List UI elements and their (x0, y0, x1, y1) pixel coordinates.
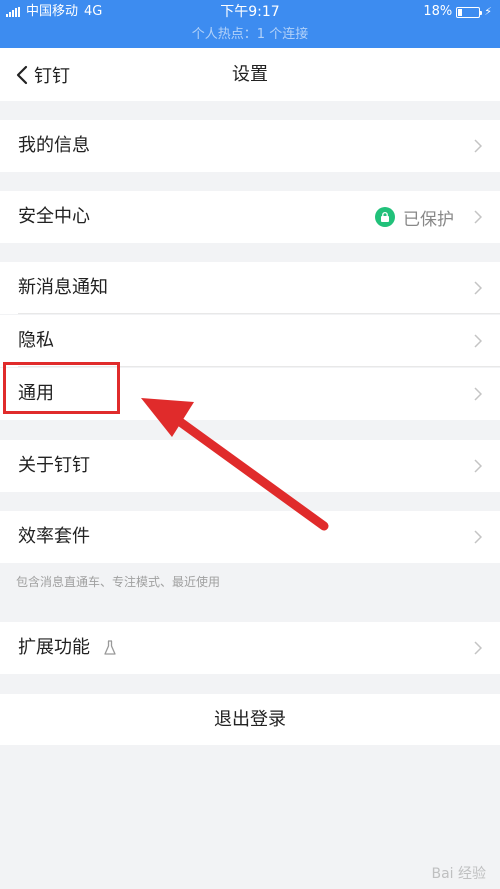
settings-item-label: 安全中心 (18, 206, 90, 227)
chevron-right-icon (474, 281, 482, 295)
settings-item-about[interactable]: 关于钉钉 (0, 440, 500, 492)
settings-item-label: 效率套件 (18, 526, 90, 547)
battery-percent: 18% (423, 4, 453, 19)
settings-item-notifications[interactable]: 新消息通知 (0, 262, 500, 314)
page-title: 设置 (232, 64, 268, 85)
lock-icon (375, 207, 395, 227)
battery-icon (456, 6, 483, 18)
settings-item-security[interactable]: 安全中心 已保护 (0, 191, 500, 243)
watermark-logo: Bai 经验 (431, 866, 486, 882)
chevron-right-icon (474, 334, 482, 348)
security-status: 已保护 (375, 191, 454, 243)
back-label: 钉钉 (34, 65, 70, 87)
settings-item-label: 我的信息 (18, 135, 90, 156)
efficiency-note: 包含消息直通车、专注模式、最近使用 (16, 575, 221, 589)
settings-item-my-info[interactable]: 我的信息 (0, 120, 500, 172)
settings-item-privacy[interactable]: 隐私 (0, 315, 500, 367)
logout-button[interactable]: 退出登录 (0, 694, 500, 745)
back-button[interactable]: 钉钉 (16, 48, 70, 101)
security-status-text: 已保护 (403, 209, 454, 230)
settings-item-label: 新消息通知 (18, 277, 108, 298)
chevron-right-icon (474, 459, 482, 473)
status-right: 18% ⚡ (423, 4, 492, 20)
extensions-label: 扩展功能 (18, 637, 90, 658)
settings-item-extensions[interactable]: 扩展功能 (0, 622, 500, 674)
settings-item-label: 扩展功能 (18, 622, 116, 674)
chevron-right-icon (474, 139, 482, 153)
chevron-right-icon (474, 210, 482, 224)
flask-icon (104, 640, 116, 655)
annotation-highlight-box (3, 362, 120, 414)
chevron-right-icon (474, 530, 482, 544)
settings-item-efficiency[interactable]: 效率套件 (0, 511, 500, 563)
hotspot-banner[interactable]: 个人热点：1 个连接 (0, 27, 500, 43)
settings-item-label: 关于钉钉 (18, 455, 90, 476)
settings-item-label: 隐私 (18, 330, 54, 351)
battery-fill (458, 8, 463, 16)
chevron-right-icon (474, 387, 482, 401)
chevron-right-icon (474, 641, 482, 655)
nav-bar: 设置 钉钉 (0, 48, 500, 101)
charging-icon: ⚡ (484, 5, 492, 18)
status-bar: 中国移动 4G 下午9:17 个人热点：1 个连接 18% ⚡ (0, 0, 500, 48)
chevron-left-icon (16, 65, 28, 84)
